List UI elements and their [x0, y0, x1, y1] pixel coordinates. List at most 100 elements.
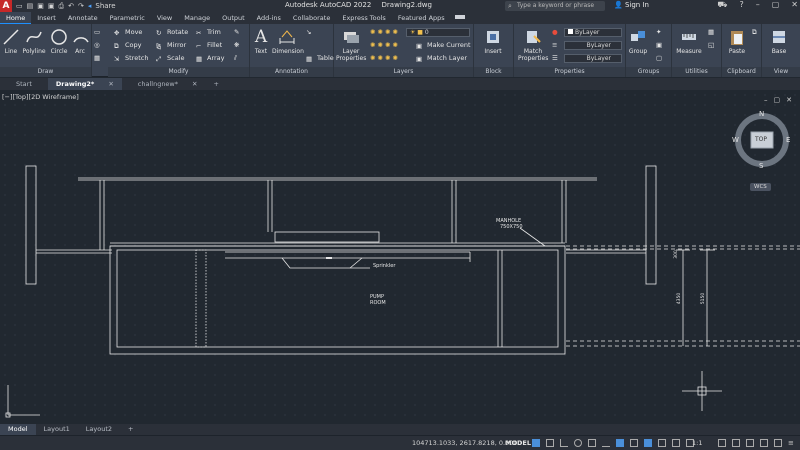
match-properties-button[interactable]: Match Properties — [518, 28, 548, 62]
tab-output[interactable]: Output — [216, 12, 251, 24]
offset-icon[interactable]: ⫽ — [234, 54, 237, 63]
scale-button[interactable]: ⤢ Scale — [156, 54, 185, 63]
calculator-icon[interactable]: ▦ — [708, 28, 714, 36]
make-current-button[interactable]: ▣ Make Current — [416, 41, 471, 50]
ribbon-toggle-icon[interactable] — [451, 12, 469, 24]
trim-button[interactable]: ✂ Trim — [196, 28, 221, 37]
selection-cycling-icon[interactable] — [644, 439, 652, 447]
polar-icon[interactable] — [574, 439, 582, 447]
group-select-icon[interactable]: ▢ — [656, 54, 662, 62]
file-tab-drawing2[interactable]: Drawing2* ✕ — [47, 78, 122, 90]
rectangle-icon[interactable]: ▭ — [94, 28, 100, 36]
maximize-icon[interactable]: ▢ — [772, 0, 780, 10]
copy-button[interactable]: ⧉ Copy — [114, 41, 142, 50]
autocad-logo[interactable]: A — [0, 0, 12, 12]
help-icon[interactable]: ? — [739, 0, 743, 10]
viewport-restore-icon[interactable]: ▢ — [774, 96, 781, 104]
annotation-monitor-icon[interactable] — [732, 439, 740, 447]
new-tab-icon[interactable]: + — [205, 78, 226, 90]
compass-south[interactable]: S — [759, 162, 763, 170]
close-tab-icon[interactable]: ✕ — [192, 80, 197, 88]
osnap-icon[interactable] — [588, 439, 596, 447]
line-button[interactable]: Line — [2, 28, 20, 55]
tab-manage[interactable]: Manage — [178, 12, 216, 24]
clean-screen-icon[interactable] — [774, 439, 782, 447]
circle-button[interactable]: Circle — [50, 28, 68, 55]
viewport-minimize-icon[interactable]: – — [764, 96, 768, 104]
viewcube[interactable]: TOP N S E W — [730, 108, 794, 172]
modify-panel-label[interactable]: Modify — [108, 67, 249, 77]
block-panel-label[interactable]: Block — [474, 67, 513, 77]
layout-tab-model[interactable]: Model — [0, 424, 36, 435]
search-input[interactable]: ⌕ Type a keyword or phrase — [505, 1, 605, 11]
erase-icon[interactable]: ✎ — [234, 28, 239, 36]
properties-panel-label[interactable]: Properties — [514, 67, 625, 77]
arc-button[interactable]: Arc — [72, 28, 89, 55]
linetype-icon[interactable]: ☰ — [552, 54, 558, 62]
tab-insert[interactable]: Insert — [31, 12, 62, 24]
snap-icon[interactable] — [546, 439, 554, 447]
share-button[interactable]: Share — [95, 2, 115, 10]
fillet-button[interactable]: ⌐ Fillet — [196, 41, 222, 50]
table-button[interactable]: ▦ Table — [306, 54, 334, 63]
tab-add-ins[interactable]: Add-ins — [251, 12, 287, 24]
base-button[interactable]: Base — [766, 28, 792, 55]
boundary-icon[interactable]: ▦ — [94, 54, 100, 62]
layers-panel-label[interactable]: Layers — [334, 67, 473, 77]
rotate-button[interactable]: ↻ Rotate — [156, 28, 188, 37]
layout-tab-layout1[interactable]: Layout1 — [36, 424, 78, 435]
model-space-button[interactable]: MODEL — [505, 439, 531, 447]
tab-collaborate[interactable]: Collaborate — [287, 12, 336, 24]
new-file-icon[interactable]: ▭ — [16, 2, 23, 10]
tab-home[interactable]: Home — [0, 12, 32, 24]
paste-button[interactable]: Paste — [724, 28, 750, 55]
match-layer-button[interactable]: ▣ Match Layer — [416, 54, 467, 63]
sign-in-button[interactable]: 👤 Sign In — [614, 1, 649, 9]
minimize-icon[interactable]: – — [756, 0, 760, 10]
compass-west[interactable]: W — [732, 136, 739, 144]
linetype-dropdown[interactable]: ByLayer — [564, 41, 622, 50]
file-tab-challngnew[interactable]: challngnew* ✕ — [130, 78, 206, 90]
close-tab-icon[interactable]: ✕ — [108, 80, 113, 88]
annotation-panel-label[interactable]: Annotation — [250, 67, 333, 77]
insert-button[interactable]: Insert — [478, 28, 508, 55]
isolate-objects-icon[interactable] — [760, 439, 768, 447]
leader-icon[interactable]: ↘ — [306, 28, 311, 36]
undo-icon[interactable]: ↶ — [68, 2, 74, 10]
tab-annotate[interactable]: Annotate — [62, 12, 104, 24]
layer-properties-button[interactable]: Layer Properties — [336, 28, 366, 62]
add-layout-icon[interactable]: + — [120, 424, 141, 435]
transparency-icon[interactable] — [630, 439, 638, 447]
viewport-controls-label[interactable]: [−][Top][2D Wireframe] — [2, 93, 79, 101]
tab-parametric[interactable]: Parametric — [104, 12, 151, 24]
group-button[interactable]: Group — [628, 28, 648, 55]
move-button[interactable]: ✥ Move — [114, 28, 142, 37]
layout-tab-layout2[interactable]: Layout2 — [78, 424, 120, 435]
viewcube-top-face[interactable]: TOP — [755, 136, 767, 143]
tab-featured-apps[interactable]: Featured Apps — [392, 12, 451, 24]
hatch-icon[interactable]: ◎ — [94, 41, 100, 49]
color-dropdown[interactable]: ByLayer — [564, 28, 622, 37]
group-edit-icon[interactable]: ▣ — [656, 41, 662, 49]
lineweight-dropdown[interactable]: ByLayer — [564, 54, 622, 63]
explode-icon[interactable]: ❋ — [234, 41, 239, 49]
text-button[interactable]: A Text — [252, 28, 270, 55]
polyline-button[interactable]: Polyline — [22, 28, 46, 55]
draw-panel-label[interactable]: Draw — [0, 67, 91, 77]
redo-icon[interactable]: ↷ — [78, 2, 84, 10]
ungroup-icon[interactable]: ✦ — [656, 28, 661, 36]
open-file-icon[interactable]: ▤ — [27, 2, 34, 10]
lineweight-icon[interactable]: ≡ — [552, 41, 557, 49]
lineweight-toggle-icon[interactable] — [616, 439, 624, 447]
groups-panel-label[interactable]: Groups — [626, 67, 671, 77]
file-tab-start[interactable]: Start — [8, 78, 40, 90]
annotation-scale-icon[interactable] — [658, 439, 666, 447]
tab-express-tools[interactable]: Express Tools — [336, 12, 391, 24]
plot-icon[interactable]: ⎙ — [59, 2, 65, 11]
save-as-icon[interactable]: ▣ — [48, 2, 55, 10]
layer-more-icons[interactable]: ✺ ✺ ✺ ✺ — [370, 54, 398, 62]
stretch-button[interactable]: ⇲ Stretch — [114, 54, 148, 63]
dimension-button[interactable]: Dimension — [272, 28, 304, 55]
workspace-gear-icon[interactable] — [718, 439, 726, 447]
customization-menu-icon[interactable]: ≡ — [788, 439, 796, 447]
